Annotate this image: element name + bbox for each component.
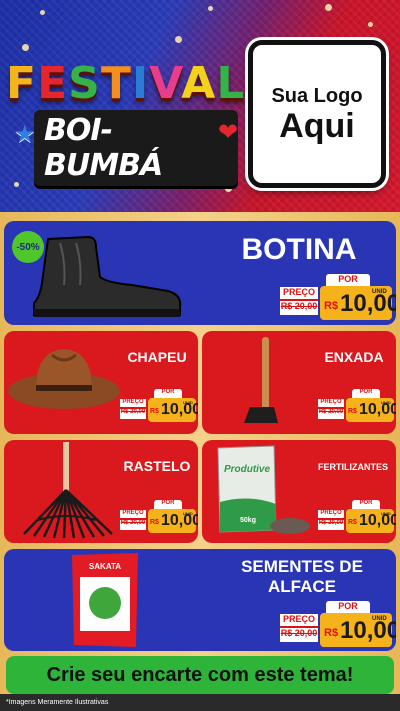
- hat-image: [8, 349, 120, 409]
- star-icon: ★: [14, 121, 36, 148]
- bag-weight: 50kg: [240, 517, 256, 524]
- price-tag: POR PREÇO R$ 20,00 R$ 10,00 UNID: [120, 500, 198, 534]
- price-tag: POR PREÇO R$ 20,00 R$ 10,00 UNID: [318, 389, 396, 423]
- old-price: R$ 20,00: [280, 301, 318, 315]
- por-label: POR: [154, 500, 182, 509]
- preco-label: PREÇO: [318, 510, 344, 520]
- old-price: R$ 20,00: [120, 409, 146, 419]
- confetti-dot: [40, 10, 45, 15]
- product-card-enxada[interactable]: ENXADA POR PREÇO R$ 20,00 R$ 10,00 UNID: [202, 331, 396, 434]
- unit-label: UNID: [372, 289, 387, 295]
- preco-label: PREÇO: [120, 399, 146, 409]
- confetti-dot: [14, 182, 19, 187]
- product-card-botina[interactable]: -50% BOTINA POR PREÇO R$ 20,00 R$ 10,00 …: [4, 221, 396, 325]
- product-card-fertilizantes[interactable]: Produtive 50kg FERTILIZANTES POR PREÇO R…: [202, 440, 396, 543]
- old-price: R$ 20,00: [120, 520, 146, 530]
- price-tag: POR PREÇO R$ 20,00 R$ 10,00 UNID: [318, 500, 396, 534]
- currency-label: R$: [324, 300, 339, 312]
- new-price: R$ 10,00 UNID: [148, 398, 198, 422]
- logo-placeholder: Sua Logo Aqui: [248, 40, 386, 188]
- festival-logo: FESTIVAL ★ BOI-BUMBÁ ❤: [6, 58, 244, 186]
- product-name: FERTILIZANTES: [318, 462, 388, 472]
- logo-line2: Aqui: [279, 106, 355, 145]
- por-label: POR: [352, 500, 380, 509]
- unit-label: UNID: [183, 511, 193, 516]
- product-name-line2: ALFACE: [268, 577, 336, 596]
- preco-label: PREÇO: [280, 614, 318, 628]
- preco-label: PREÇO: [280, 287, 318, 301]
- confetti-dot: [225, 185, 232, 192]
- por-label: POR: [326, 274, 370, 286]
- preco-label: PREÇO: [318, 399, 344, 409]
- currency-label: R$: [150, 519, 159, 526]
- product-name: SEMENTES DE ALFACE: [212, 557, 392, 597]
- disclaimer-text: *Imagens Meramente Ilustrativas: [6, 699, 109, 706]
- new-price: R$ 10,00 UNID: [320, 613, 396, 647]
- new-price: R$ 10,00 UNID: [346, 509, 396, 533]
- product-name: CHAPEU: [127, 349, 187, 365]
- unit-label: UNID: [381, 511, 391, 516]
- hoe-image: [244, 337, 278, 423]
- currency-label: R$: [348, 519, 357, 526]
- price-tag: POR PREÇO R$ 20,00 R$ 10,00 UNID: [280, 601, 396, 647]
- product-card-chapeu[interactable]: CHAPEU POR PREÇO R$ 20,00 R$ 10,00 UNID: [4, 331, 198, 434]
- price-tag: POR PREÇO R$ 20,00 R$ 10,00 UNID: [120, 389, 198, 423]
- preco-label: PREÇO: [120, 510, 146, 520]
- cta-text: Crie seu encarte com este tema!: [46, 663, 354, 686]
- header-banner: FESTIVAL ★ BOI-BUMBÁ ❤ Sua Logo Aqui: [0, 0, 400, 212]
- old-price: R$ 20,00: [280, 628, 318, 642]
- currency-label: R$: [348, 408, 357, 415]
- price-value: 10,00: [340, 617, 396, 644]
- festival-title: FESTIVAL: [6, 58, 246, 109]
- fertilizer-bag-image: Produtive 50kg: [217, 445, 310, 534]
- confetti-dot: [368, 22, 373, 27]
- cta-banner[interactable]: Crie seu encarte com este tema!: [6, 656, 394, 694]
- unit-label: UNID: [381, 400, 391, 405]
- product-name: ENXADA: [324, 349, 384, 365]
- product-name: BOTINA: [241, 233, 357, 266]
- confetti-dot: [175, 36, 182, 43]
- rake-image: [23, 442, 113, 539]
- price-tag: POR PREÇO R$ 20,00 R$ 10,00 UNID: [280, 274, 396, 320]
- product-card-sementes[interactable]: SAKATA SEMENTES DE ALFACE POR PREÇO R$ 2…: [4, 549, 396, 651]
- product-name: RASTELO: [123, 458, 191, 474]
- subtitle-box: BOI-BUMBÁ: [34, 110, 238, 186]
- product-card-rastelo[interactable]: RASTELO POR PREÇO R$ 20,00 R$ 10,00 UNID: [4, 440, 198, 543]
- por-label: POR: [352, 389, 380, 398]
- currency-label: R$: [324, 627, 339, 639]
- new-price: R$ 10,00 UNID: [148, 509, 198, 533]
- currency-label: R$: [150, 408, 159, 415]
- por-label: POR: [326, 601, 370, 613]
- old-price: R$ 20,00: [318, 409, 344, 419]
- confetti-dot: [208, 6, 213, 11]
- new-price: R$ 10,00 UNID: [320, 286, 396, 320]
- confetti-dot: [22, 44, 29, 51]
- bag-brand: Produtive: [224, 464, 271, 475]
- new-price: R$ 10,00 UNID: [346, 398, 396, 422]
- por-label: POR: [154, 389, 182, 398]
- unit-label: UNID: [372, 616, 387, 622]
- product-name-line1: SEMENTES DE: [241, 557, 363, 576]
- old-price: R$ 20,00: [318, 520, 344, 530]
- heart-icon: ❤: [218, 119, 239, 146]
- packet-brand: SAKATA: [89, 562, 121, 571]
- logo-line1: Sua Logo: [271, 84, 363, 107]
- confetti-dot: [325, 4, 332, 11]
- subtitle-text: BOI-BUMBÁ: [44, 113, 163, 183]
- unit-label: UNID: [183, 400, 193, 405]
- price-value: 10,00: [340, 290, 396, 317]
- seed-packet-image: SAKATA: [72, 553, 138, 647]
- boot-image: [33, 235, 182, 317]
